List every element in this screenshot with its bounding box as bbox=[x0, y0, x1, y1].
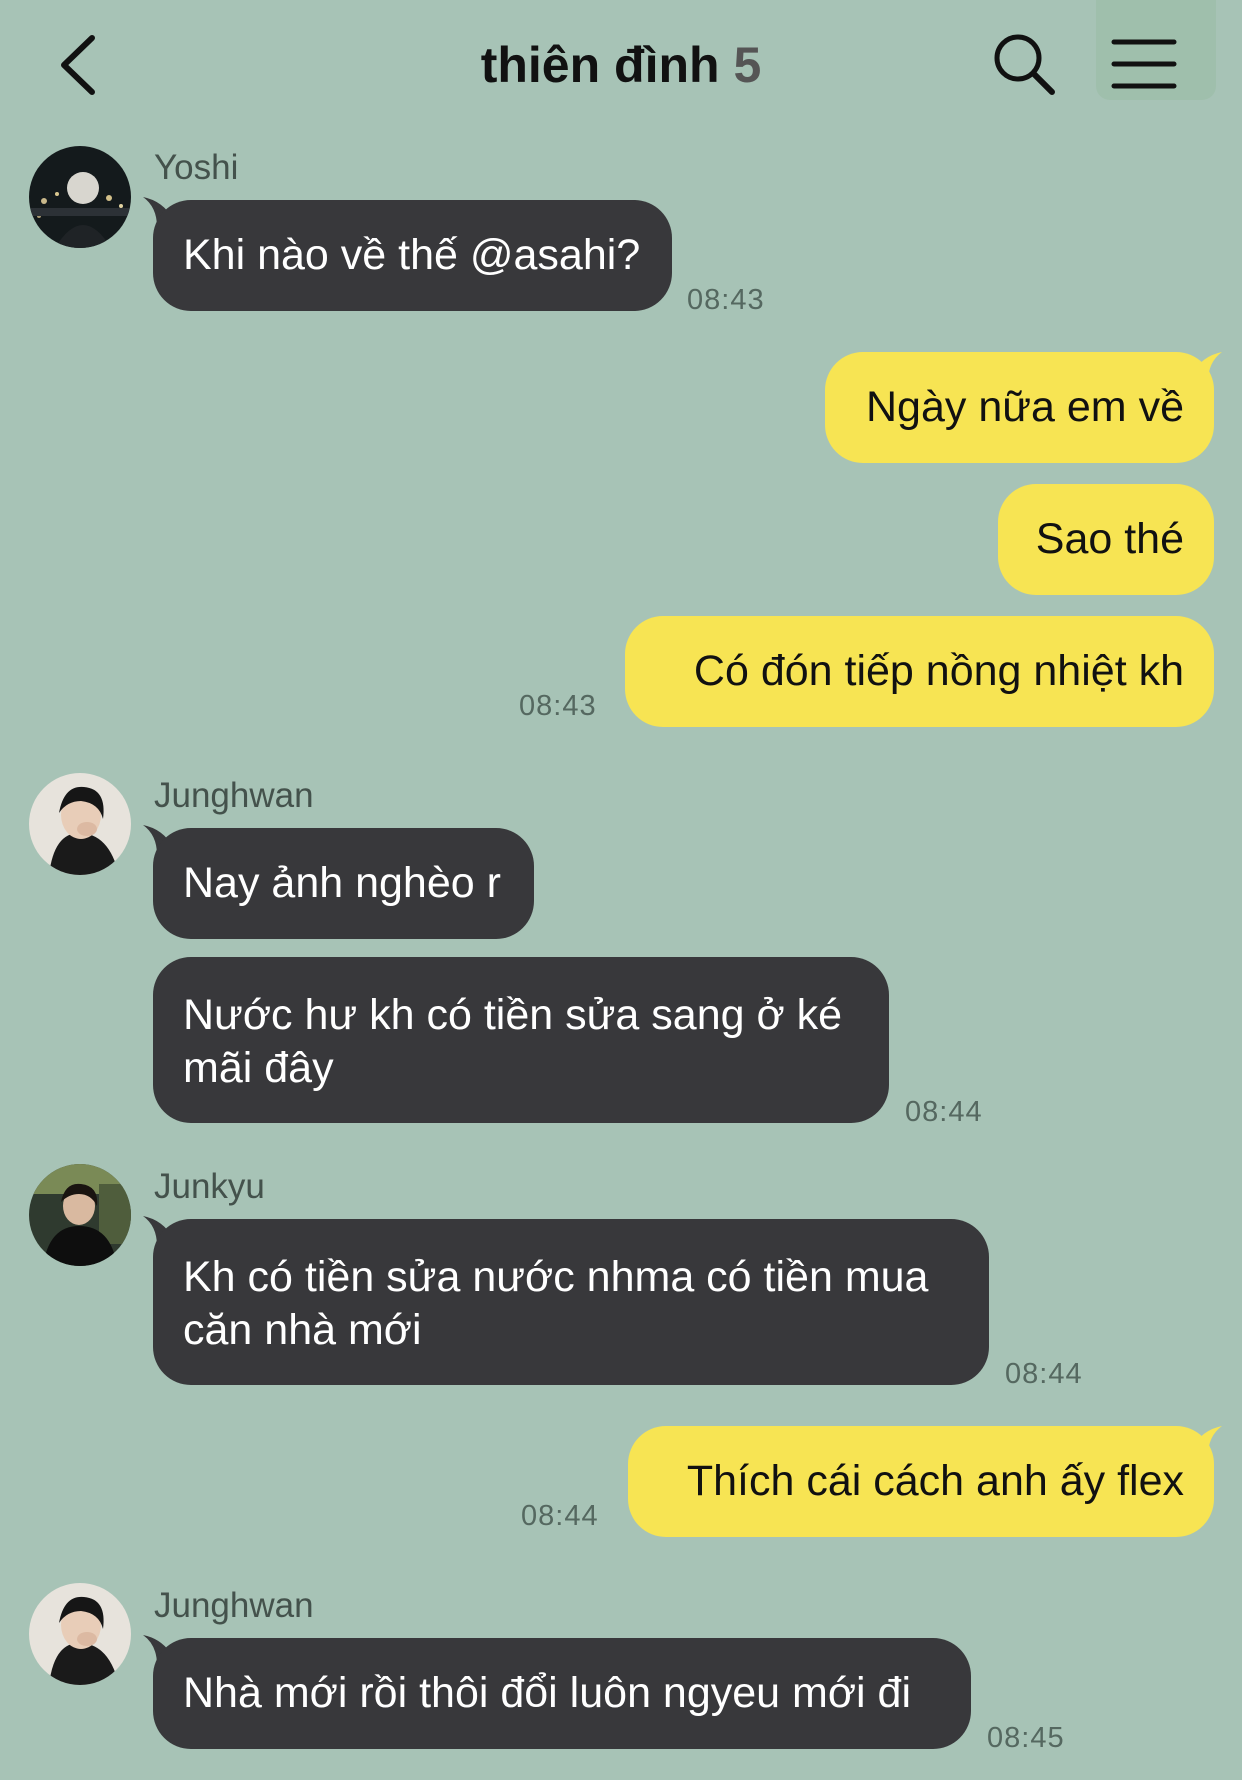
bubble-tail bbox=[1192, 352, 1222, 382]
message-bubble[interactable]: Kh có tiền sửa nước nhma có tiền mua căn… bbox=[153, 1219, 989, 1385]
message-bubble[interactable]: Thích cái cách anh ấy flex bbox=[628, 1426, 1214, 1537]
message-time: 08:44 bbox=[521, 1500, 599, 1532]
message-time: 08:45 bbox=[987, 1722, 1065, 1754]
message-bubble[interactable]: Sao thé bbox=[998, 484, 1214, 595]
chat-name: thiên đình bbox=[480, 37, 720, 93]
message-bubble[interactable]: Khi nào về thế @asahi? bbox=[153, 200, 672, 311]
menu-icon[interactable] bbox=[1110, 36, 1178, 92]
message-time: 08:44 bbox=[1005, 1358, 1083, 1390]
message-bubble[interactable]: Nay ảnh nghèo r bbox=[153, 828, 534, 939]
member-count: 5 bbox=[733, 37, 762, 93]
avatar-yoshi[interactable] bbox=[29, 146, 131, 248]
sender-name: Yoshi bbox=[154, 148, 239, 187]
sender-name: Junkyu bbox=[154, 1167, 265, 1206]
avatar-junkyu[interactable] bbox=[29, 1164, 131, 1266]
message-bubble[interactable]: Nhà mới rồi thôi đổi luôn ngyeu mới đi bbox=[153, 1638, 971, 1749]
bubble-tail bbox=[1192, 1426, 1222, 1456]
message-time: 08:43 bbox=[687, 284, 765, 316]
sender-name: Junghwan bbox=[154, 776, 314, 815]
chat-header: thiên đình 5 bbox=[0, 0, 1242, 130]
message-time: 08:44 bbox=[905, 1096, 983, 1128]
message-time: 08:43 bbox=[519, 690, 597, 722]
avatar-junghwan[interactable] bbox=[29, 773, 131, 875]
sender-name: Junghwan bbox=[154, 1586, 314, 1625]
message-bubble[interactable]: Nước hư kh có tiền sửa sang ở ké mãi đây bbox=[153, 957, 889, 1123]
avatar-junghwan[interactable] bbox=[29, 1583, 131, 1685]
search-icon[interactable] bbox=[990, 30, 1060, 100]
message-bubble[interactable]: Có đón tiếp nồng nhiệt kh bbox=[625, 616, 1214, 727]
message-bubble[interactable]: Ngày nữa em về bbox=[825, 352, 1214, 463]
